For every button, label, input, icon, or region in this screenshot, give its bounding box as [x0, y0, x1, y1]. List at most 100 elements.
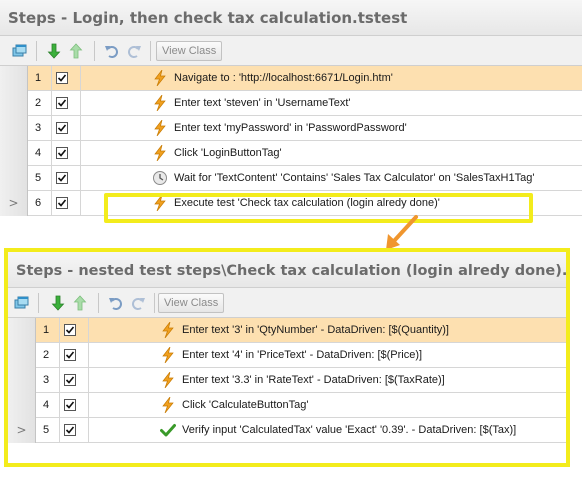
column-divider — [88, 368, 89, 393]
redo-icon[interactable] — [128, 293, 148, 313]
toolbar: View Class — [8, 288, 566, 318]
step-number: 1 — [36, 318, 60, 343]
step-row[interactable]: 5 Wait for 'TextContent' 'Contains' 'Sale… — [0, 166, 582, 191]
highlight-box — [104, 193, 533, 223]
enabled-checkbox[interactable] — [64, 324, 76, 336]
move-down-icon[interactable] — [48, 293, 68, 313]
lightning-icon — [160, 321, 176, 339]
step-description[interactable]: Click 'LoginButtonTag' — [174, 141, 282, 165]
enabled-checkbox[interactable] — [56, 147, 68, 159]
move-down-icon[interactable] — [44, 41, 64, 61]
row-header[interactable] — [8, 318, 36, 343]
step-description[interactable]: Enter text 'steven' in 'UsernameText' — [174, 91, 351, 115]
toolbar-separator — [38, 293, 39, 313]
lightning-icon — [160, 346, 176, 364]
row-header[interactable] — [0, 91, 28, 116]
row-header[interactable] — [0, 141, 28, 166]
checkmark-icon — [160, 422, 176, 438]
row-header[interactable] — [8, 343, 36, 368]
step-row[interactable]: 4 Click 'LoginButtonTag' — [0, 141, 582, 166]
row-header[interactable]: > — [0, 191, 28, 216]
column-divider — [88, 418, 89, 443]
column-divider — [88, 393, 89, 418]
callout-arrow-icon — [386, 215, 418, 250]
step-number: 3 — [28, 116, 52, 141]
step-row[interactable]: 1 Enter text '3' in 'QtyNumber' - DataDri… — [8, 318, 566, 343]
toolbar-separator — [154, 293, 155, 313]
step-description[interactable]: Wait for 'TextContent' 'Contains' 'Sales… — [174, 166, 534, 190]
step-number: 2 — [36, 343, 60, 368]
lightning-icon — [152, 144, 168, 162]
row-header[interactable] — [8, 393, 36, 418]
enabled-checkbox[interactable] — [64, 424, 76, 436]
enabled-checkbox[interactable] — [56, 197, 68, 209]
undo-icon[interactable] — [106, 293, 126, 313]
view-class-button[interactable]: View Class — [156, 41, 223, 61]
step-row[interactable]: 1 Navigate to : 'http://localhost:6671/Lo… — [0, 66, 582, 91]
toolbar-separator — [150, 41, 151, 61]
steps-panel-nested: Steps - nested test steps\Check tax calc… — [4, 248, 570, 467]
column-divider — [80, 66, 81, 91]
step-row[interactable]: 3 Enter text '3.3' in 'RateText' - DataDr… — [8, 368, 566, 393]
step-description[interactable]: Enter text '3' in 'QtyNumber' - DataDriv… — [182, 318, 449, 342]
lightning-icon — [152, 119, 168, 137]
step-number: 6 — [28, 191, 52, 216]
step-number: 5 — [28, 166, 52, 191]
clock-icon — [152, 170, 168, 186]
column-divider — [80, 116, 81, 141]
step-number: 5 — [36, 418, 60, 443]
row-header[interactable] — [0, 66, 28, 91]
column-divider — [80, 91, 81, 116]
enabled-checkbox[interactable] — [56, 97, 68, 109]
enabled-checkbox[interactable] — [56, 122, 68, 134]
toolbar-separator — [36, 41, 37, 61]
column-divider — [80, 166, 81, 191]
enabled-checkbox[interactable] — [64, 374, 76, 386]
step-description[interactable]: Enter text 'myPassword' in 'PasswordPass… — [174, 116, 407, 140]
step-row[interactable]: >5 Verify input 'CalculatedTax' value 'Ex… — [8, 418, 566, 443]
step-description[interactable]: Enter text '4' in 'PriceText' - DataDriv… — [182, 343, 422, 367]
lightning-icon — [152, 69, 168, 87]
toolbar: View Class — [0, 36, 582, 66]
lightning-icon — [152, 94, 168, 112]
step-number: 1 — [28, 66, 52, 91]
row-header[interactable]: > — [8, 418, 36, 443]
enabled-checkbox[interactable] — [56, 172, 68, 184]
step-number: 4 — [36, 393, 60, 418]
move-up-icon[interactable] — [66, 41, 86, 61]
undo-icon[interactable] — [102, 41, 122, 61]
step-row[interactable]: 2 Enter text '4' in 'PriceText' - DataDri… — [8, 343, 566, 368]
step-number: 4 — [28, 141, 52, 166]
toolbar-separator — [94, 41, 95, 61]
toolbar-separator — [98, 293, 99, 313]
column-divider — [80, 191, 81, 216]
step-description[interactable]: Enter text '3.3' in 'RateText' - DataDri… — [182, 368, 445, 392]
step-description[interactable]: Click 'CalculateButtonTag' — [182, 393, 308, 417]
steps-grid: 1 Enter text '3' in 'QtyNumber' - DataDri… — [8, 318, 566, 443]
redo-icon[interactable] — [124, 41, 144, 61]
row-header[interactable] — [0, 166, 28, 191]
enabled-checkbox[interactable] — [56, 72, 68, 84]
column-divider — [88, 343, 89, 368]
column-divider — [88, 318, 89, 343]
panel-title: Steps - Login, then check tax calculatio… — [0, 0, 582, 36]
step-row[interactable]: 4 Click 'CalculateButtonTag' — [8, 393, 566, 418]
step-number: 2 — [28, 91, 52, 116]
row-header[interactable] — [0, 116, 28, 141]
step-row[interactable]: 2 Enter text 'steven' in 'UsernameText' — [0, 91, 582, 116]
window-stack-icon[interactable] — [12, 293, 32, 313]
window-stack-icon[interactable] — [10, 41, 30, 61]
view-class-button[interactable]: View Class — [158, 293, 225, 313]
step-number: 3 — [36, 368, 60, 393]
step-description[interactable]: Navigate to : 'http://localhost:6671/Log… — [174, 66, 393, 90]
column-divider — [80, 141, 81, 166]
step-description[interactable]: Verify input 'CalculatedTax' value 'Exac… — [182, 418, 516, 442]
panel-title: Steps - nested test steps\Check tax calc… — [8, 252, 566, 288]
lightning-icon — [160, 396, 176, 414]
lightning-icon — [160, 371, 176, 389]
enabled-checkbox[interactable] — [64, 399, 76, 411]
move-up-icon[interactable] — [70, 293, 90, 313]
enabled-checkbox[interactable] — [64, 349, 76, 361]
row-header[interactable] — [8, 368, 36, 393]
step-row[interactable]: 3 Enter text 'myPassword' in 'PasswordPas… — [0, 116, 582, 141]
